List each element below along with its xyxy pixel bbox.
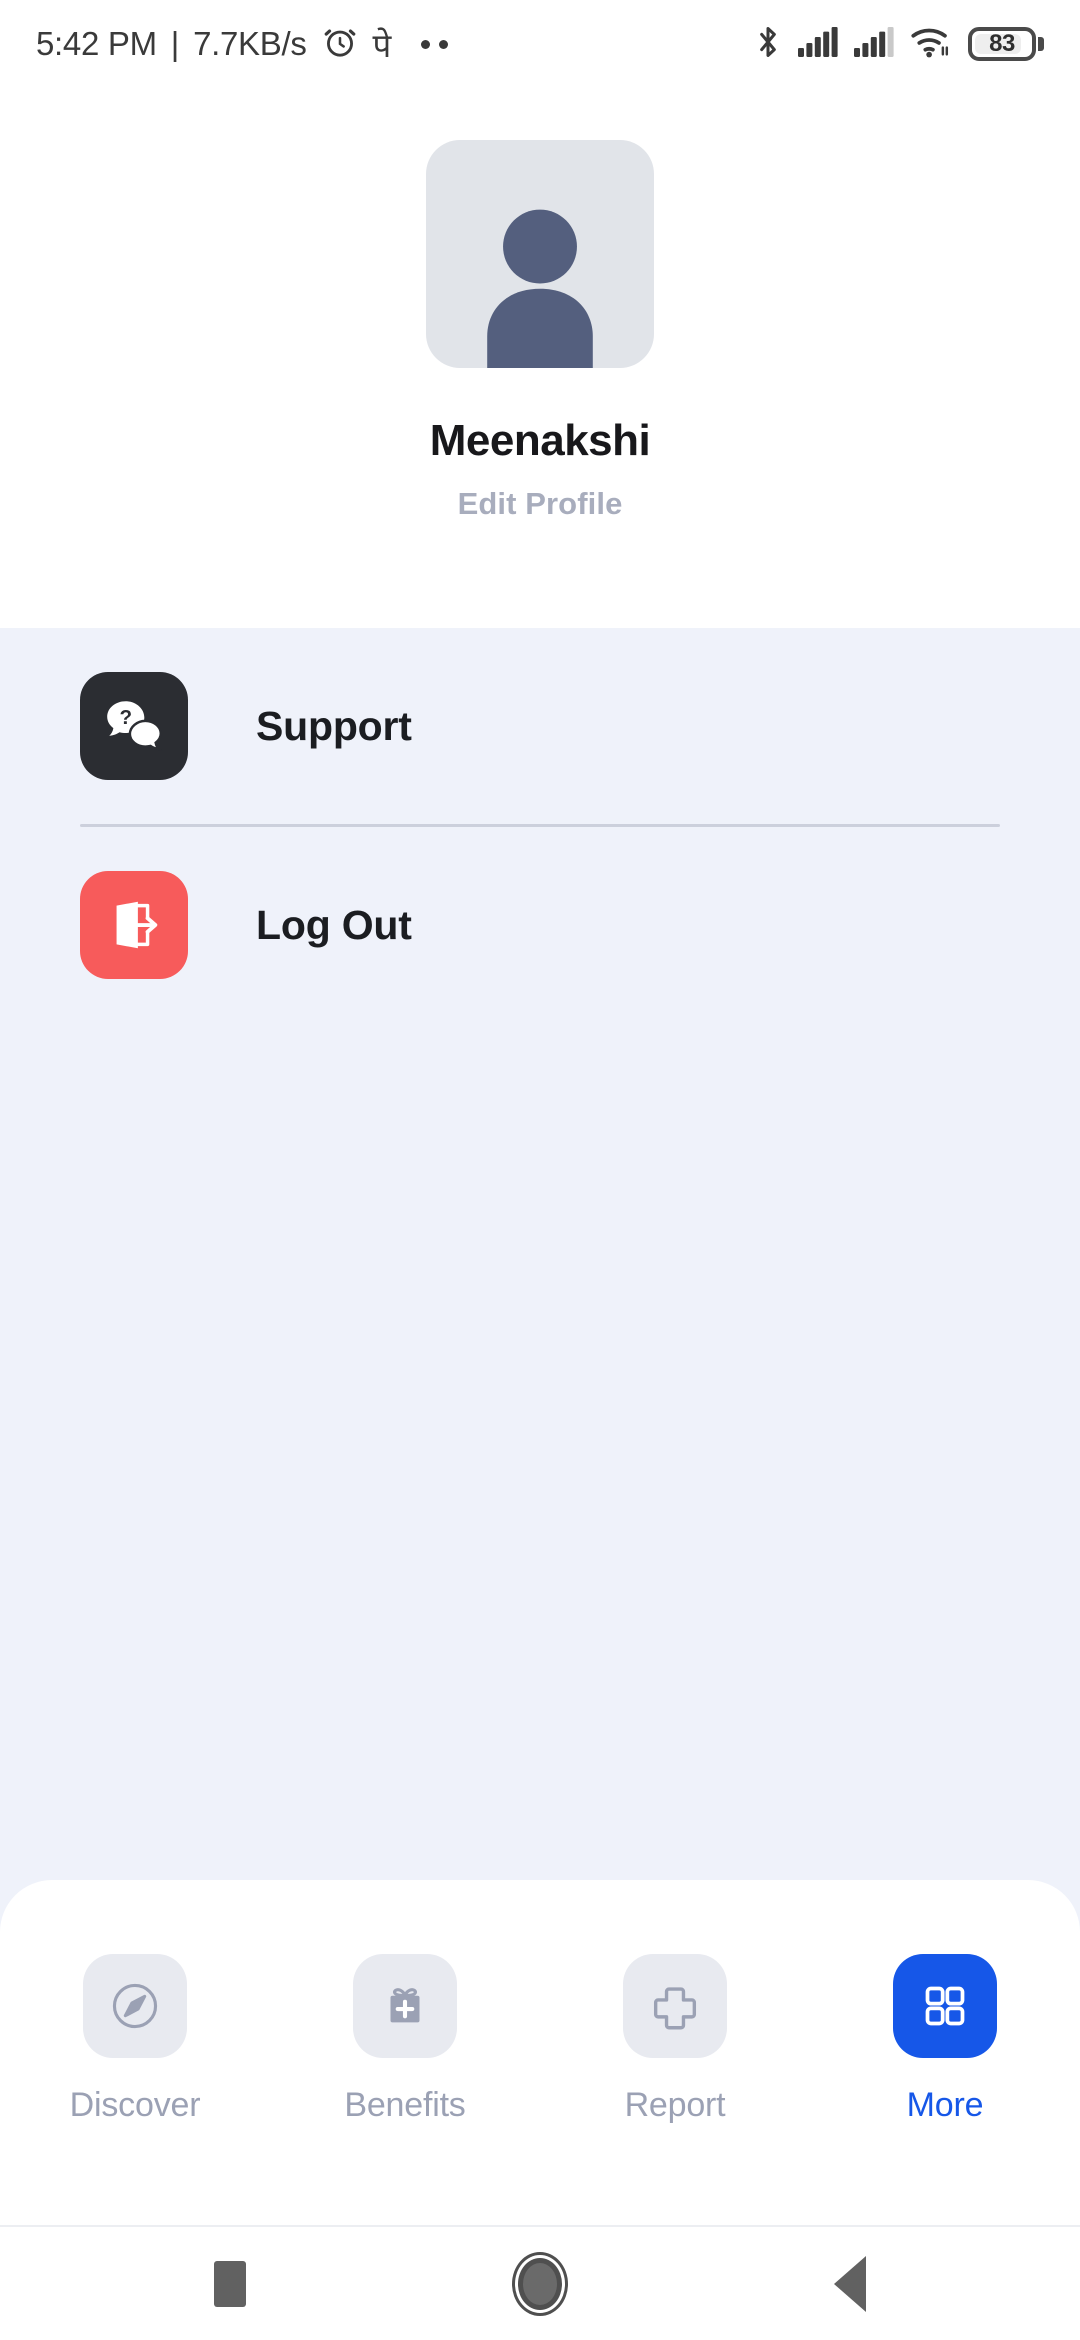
status-separator: | (170, 25, 180, 62)
nav-item-more[interactable]: More (810, 1954, 1080, 2125)
cellular-signal-icon (798, 26, 838, 62)
status-network-speed: 7.7KB/s (193, 25, 307, 62)
profile-header: Meenakshi Edit Profile (0, 88, 1080, 628)
edit-profile-link[interactable]: Edit Profile (458, 486, 623, 522)
menu-list: ? Support Log Out (0, 628, 1080, 1023)
logout-door-icon (80, 871, 188, 979)
nav-item-discover[interactable]: Discover (0, 1954, 270, 2125)
status-time: 5:42 PM (36, 25, 157, 62)
home-button[interactable] (485, 2229, 595, 2339)
nav-item-label: More (906, 2086, 984, 2124)
menu-item-label: Log Out (256, 901, 412, 948)
menu-item-support[interactable]: ? Support (0, 628, 1080, 824)
medical-cross-icon (623, 1954, 727, 2058)
person-avatar-icon (487, 209, 593, 368)
nav-item-label: Benefits (344, 2086, 466, 2124)
grid-four-squares-icon (893, 1954, 997, 2058)
status-bar-right: 83 (754, 23, 1044, 66)
avatar[interactable] (426, 140, 654, 368)
more-dots-icon (421, 39, 449, 49)
nav-item-benefits[interactable]: Benefits (270, 1954, 540, 2125)
compass-icon (83, 1954, 187, 2058)
cellular-signal-icon (854, 26, 894, 62)
back-button[interactable] (795, 2229, 905, 2339)
profile-name: Meenakshi (429, 416, 651, 465)
wifi-icon (910, 26, 952, 63)
status-bar: 5:42 PM | 7.7KB/s पे 83 (0, 0, 1080, 88)
menu-item-logout[interactable]: Log Out (0, 827, 1080, 1023)
nav-item-label: Report (624, 2086, 726, 2124)
chat-question-icon: ? (80, 672, 188, 780)
phonepe-glyph-icon: पे (372, 25, 392, 65)
menu-item-label: Support (256, 702, 412, 749)
bottom-navigation-bar: Discover Benefits Report More (0, 1880, 1080, 2225)
nav-item-label: Discover (69, 2086, 201, 2124)
alarm-clock-icon (321, 23, 359, 66)
battery-level-text: 83 (989, 30, 1015, 57)
svg-text:?: ? (119, 706, 132, 729)
nav-item-report[interactable]: Report (540, 1954, 810, 2125)
bluetooth-icon (754, 23, 782, 66)
status-bar-left: 5:42 PM | 7.7KB/s पे (36, 22, 754, 67)
battery-icon: 83 (968, 27, 1044, 61)
app-screen: 5:42 PM | 7.7KB/s पे 83 Meenakshi Edit P… (0, 0, 1080, 2340)
gift-plus-icon (353, 1954, 457, 2058)
recents-button[interactable] (175, 2229, 285, 2339)
system-navigation-bar (0, 2225, 1080, 2340)
